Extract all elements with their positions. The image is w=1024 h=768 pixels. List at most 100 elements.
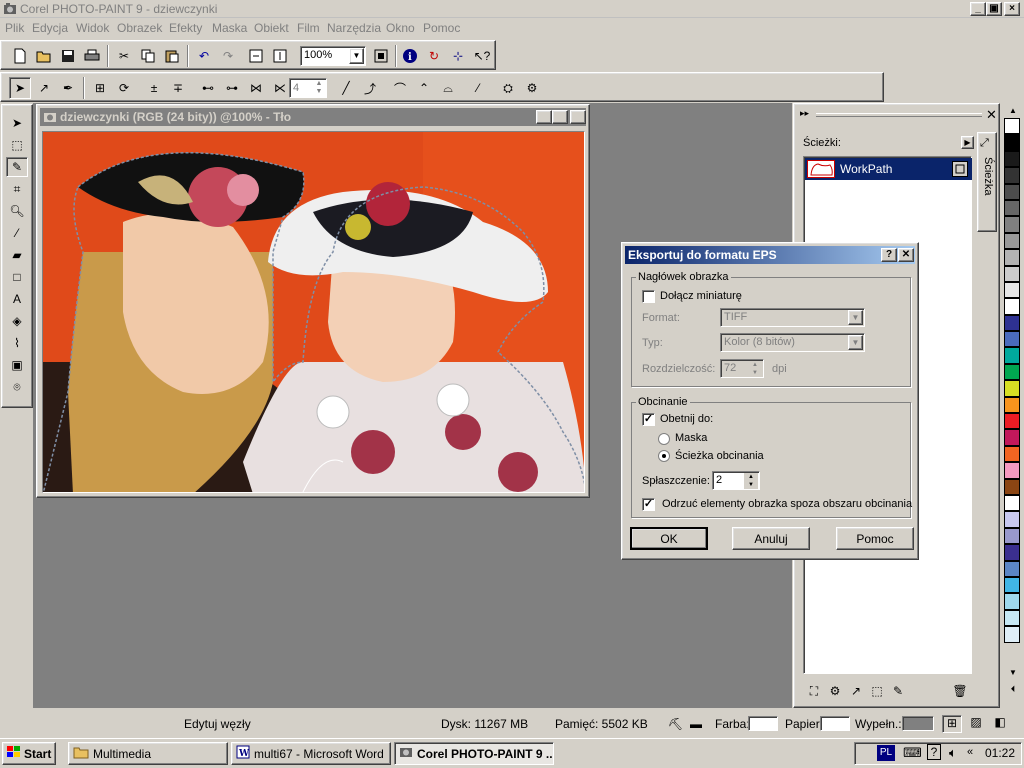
paper-swatch[interactable] <box>820 716 850 731</box>
dialog-close-button[interactable]: ✕ <box>898 248 914 262</box>
path-to-mask-icon[interactable]: ⛭ <box>497 77 519 99</box>
fill-tool-icon[interactable]: ◈ <box>6 311 28 331</box>
brush-tool-icon[interactable]: ⌇ <box>6 333 28 353</box>
task-multimedia[interactable]: Multimedia <box>68 742 228 765</box>
clip-to-checkbox[interactable]: ✓ <box>642 413 655 426</box>
eyedropper-tool-icon[interactable]: ⁄ <box>6 223 28 243</box>
paste-icon[interactable] <box>161 45 183 67</box>
palette-swatch[interactable] <box>1004 363 1020 381</box>
pick-tool-icon[interactable]: ➤ <box>6 113 28 133</box>
include-thumbnail-checkbox[interactable] <box>642 290 655 303</box>
format-select[interactable]: TIFF ▼ <box>720 308 865 327</box>
tray-collapse-icon[interactable]: « <box>967 746 973 758</box>
align-nodes-icon[interactable]: ⋈ <box>245 77 267 99</box>
eraser-tool-icon[interactable]: ▰ <box>6 245 28 265</box>
palette-swatch[interactable] <box>1004 396 1020 414</box>
discard-outside-checkbox[interactable]: ✓ <box>642 498 655 511</box>
paths-tab[interactable]: ⤢ Ścieżka <box>977 132 997 232</box>
lens-icon[interactable]: ▨ <box>966 715 986 733</box>
menu-pomoc[interactable]: Pomoc <box>423 21 460 35</box>
speaker-icon[interactable]: 🔈︎ <box>949 745 957 761</box>
help-cursor-icon[interactable]: ↖? <box>471 45 493 67</box>
menu-plik[interactable]: Plik <box>5 21 24 35</box>
palette-swatch[interactable] <box>1004 462 1020 479</box>
palette-swatch[interactable] <box>1004 281 1020 299</box>
path-edit-icon[interactable] <box>952 161 968 177</box>
duplicate-path-icon[interactable]: ⚙ <box>824 680 846 702</box>
palette-swatch[interactable] <box>1004 429 1020 446</box>
rotate-icon[interactable]: ⟳ <box>113 77 135 99</box>
palette-swatch[interactable] <box>1004 118 1020 135</box>
palette-swatch[interactable] <box>1004 511 1020 528</box>
palette-swatch[interactable] <box>1004 167 1020 184</box>
palette-swatch[interactable] <box>1004 478 1020 495</box>
new-file-icon[interactable] <box>9 45 31 67</box>
flatness-spinner[interactable]: 2 ▲ ▼ <box>712 471 760 490</box>
fit-window-icon[interactable] <box>370 45 392 67</box>
palette-swatch[interactable] <box>1004 232 1020 250</box>
path-to-mask-action-icon[interactable]: ⬚ <box>866 680 888 702</box>
palette-swatch[interactable] <box>1004 560 1020 577</box>
copy-icon[interactable] <box>137 45 159 67</box>
palette-swatch[interactable] <box>1004 527 1020 545</box>
cusp-icon[interactable]: ⌃ <box>413 77 435 99</box>
palette-swatch[interactable] <box>1004 134 1020 151</box>
palette-swatch[interactable] <box>1004 298 1020 315</box>
menu-efekty[interactable]: Efekty <box>169 21 202 35</box>
print-icon[interactable] <box>81 45 103 67</box>
refresh-icon[interactable]: ↻ <box>423 45 445 67</box>
effect-tool-icon[interactable]: ▣ <box>6 355 28 375</box>
palette-swatch[interactable] <box>1004 249 1020 266</box>
rectangle-tool-icon[interactable]: □ <box>6 267 28 287</box>
chevron-down-icon[interactable]: ▼ <box>349 48 364 64</box>
stroke-path-icon[interactable]: ↗ <box>845 680 867 702</box>
palette-swatch[interactable] <box>1004 380 1020 397</box>
menu-film[interactable]: Film <box>297 21 320 35</box>
language-indicator[interactable]: PL <box>877 745 895 761</box>
palette-swatch[interactable] <box>1004 331 1020 348</box>
palette-scroll-down-icon[interactable]: ▼ <box>1004 668 1022 680</box>
paint-swatch[interactable] <box>748 716 778 731</box>
help-button[interactable]: Pomoc <box>836 527 914 550</box>
export-icon[interactable] <box>269 45 291 67</box>
menu-widok[interactable]: Widok <box>76 21 109 35</box>
docker-close-icon[interactable]: ✕ <box>986 107 997 123</box>
palette-swatch[interactable] <box>1004 150 1020 168</box>
transparency-icon[interactable]: ⊞ <box>942 715 962 733</box>
cancel-button[interactable]: Anuluj <box>732 527 810 550</box>
palette-swatch[interactable] <box>1004 183 1020 200</box>
ok-button[interactable]: OK <box>630 527 708 550</box>
task-word[interactable]: W multi67 - Microsoft Word <box>231 742 391 765</box>
mask-radio[interactable] <box>658 433 670 445</box>
doc-close-button[interactable]: × <box>570 110 586 124</box>
save-icon[interactable] <box>57 45 79 67</box>
task-photopaint[interactable]: Corel PHOTO-PAINT 9 ... <box>394 742 554 765</box>
doc-minimize-button[interactable]: _ <box>536 110 552 124</box>
keyboard-icon[interactable]: ⌨ <box>903 745 922 761</box>
palette-swatch[interactable] <box>1004 576 1020 594</box>
node-count-spinner[interactable]: 4 ▲ ▼ <box>289 78 327 98</box>
mask-overlay-icon[interactable]: ◧ <box>990 715 1010 733</box>
palette-expand-icon[interactable]: ⏴ <box>1004 684 1022 696</box>
palette-swatch[interactable] <box>1004 544 1020 561</box>
menu-obrazek[interactable]: Obrazek <box>117 21 162 35</box>
type-select[interactable]: Kolor (8 bitów) ▼ <box>720 333 865 352</box>
menu-obiekt[interactable]: Obiekt <box>254 21 289 35</box>
menu-edycja[interactable]: Edycja <box>32 21 68 35</box>
open-folder-icon[interactable] <box>33 45 55 67</box>
mask-to-path-action-icon[interactable]: ✎ <box>887 680 909 702</box>
panel-menu-arrow-icon[interactable]: ▶ <box>961 136 974 149</box>
palette-swatch[interactable] <box>1004 314 1020 332</box>
menu-okno[interactable]: Okno <box>386 21 415 35</box>
palette-swatch[interactable] <box>1004 626 1020 643</box>
info-icon[interactable]: i <box>399 45 421 67</box>
expand-icon[interactable]: ▸▸ <box>800 108 809 119</box>
fill-swatch[interactable] <box>902 716 934 731</box>
dialog-help-button[interactable]: ? <box>881 248 897 262</box>
trash-icon[interactable]: 🗑︎ <box>949 680 971 702</box>
zoom-tool-icon[interactable]: 🔍︎ <box>6 201 28 221</box>
palette-swatch[interactable] <box>1004 494 1020 512</box>
palette-swatch[interactable] <box>1004 347 1020 364</box>
transform-icon[interactable]: ⊞ <box>89 77 111 99</box>
smooth-icon[interactable]: ⌒ <box>389 77 411 99</box>
